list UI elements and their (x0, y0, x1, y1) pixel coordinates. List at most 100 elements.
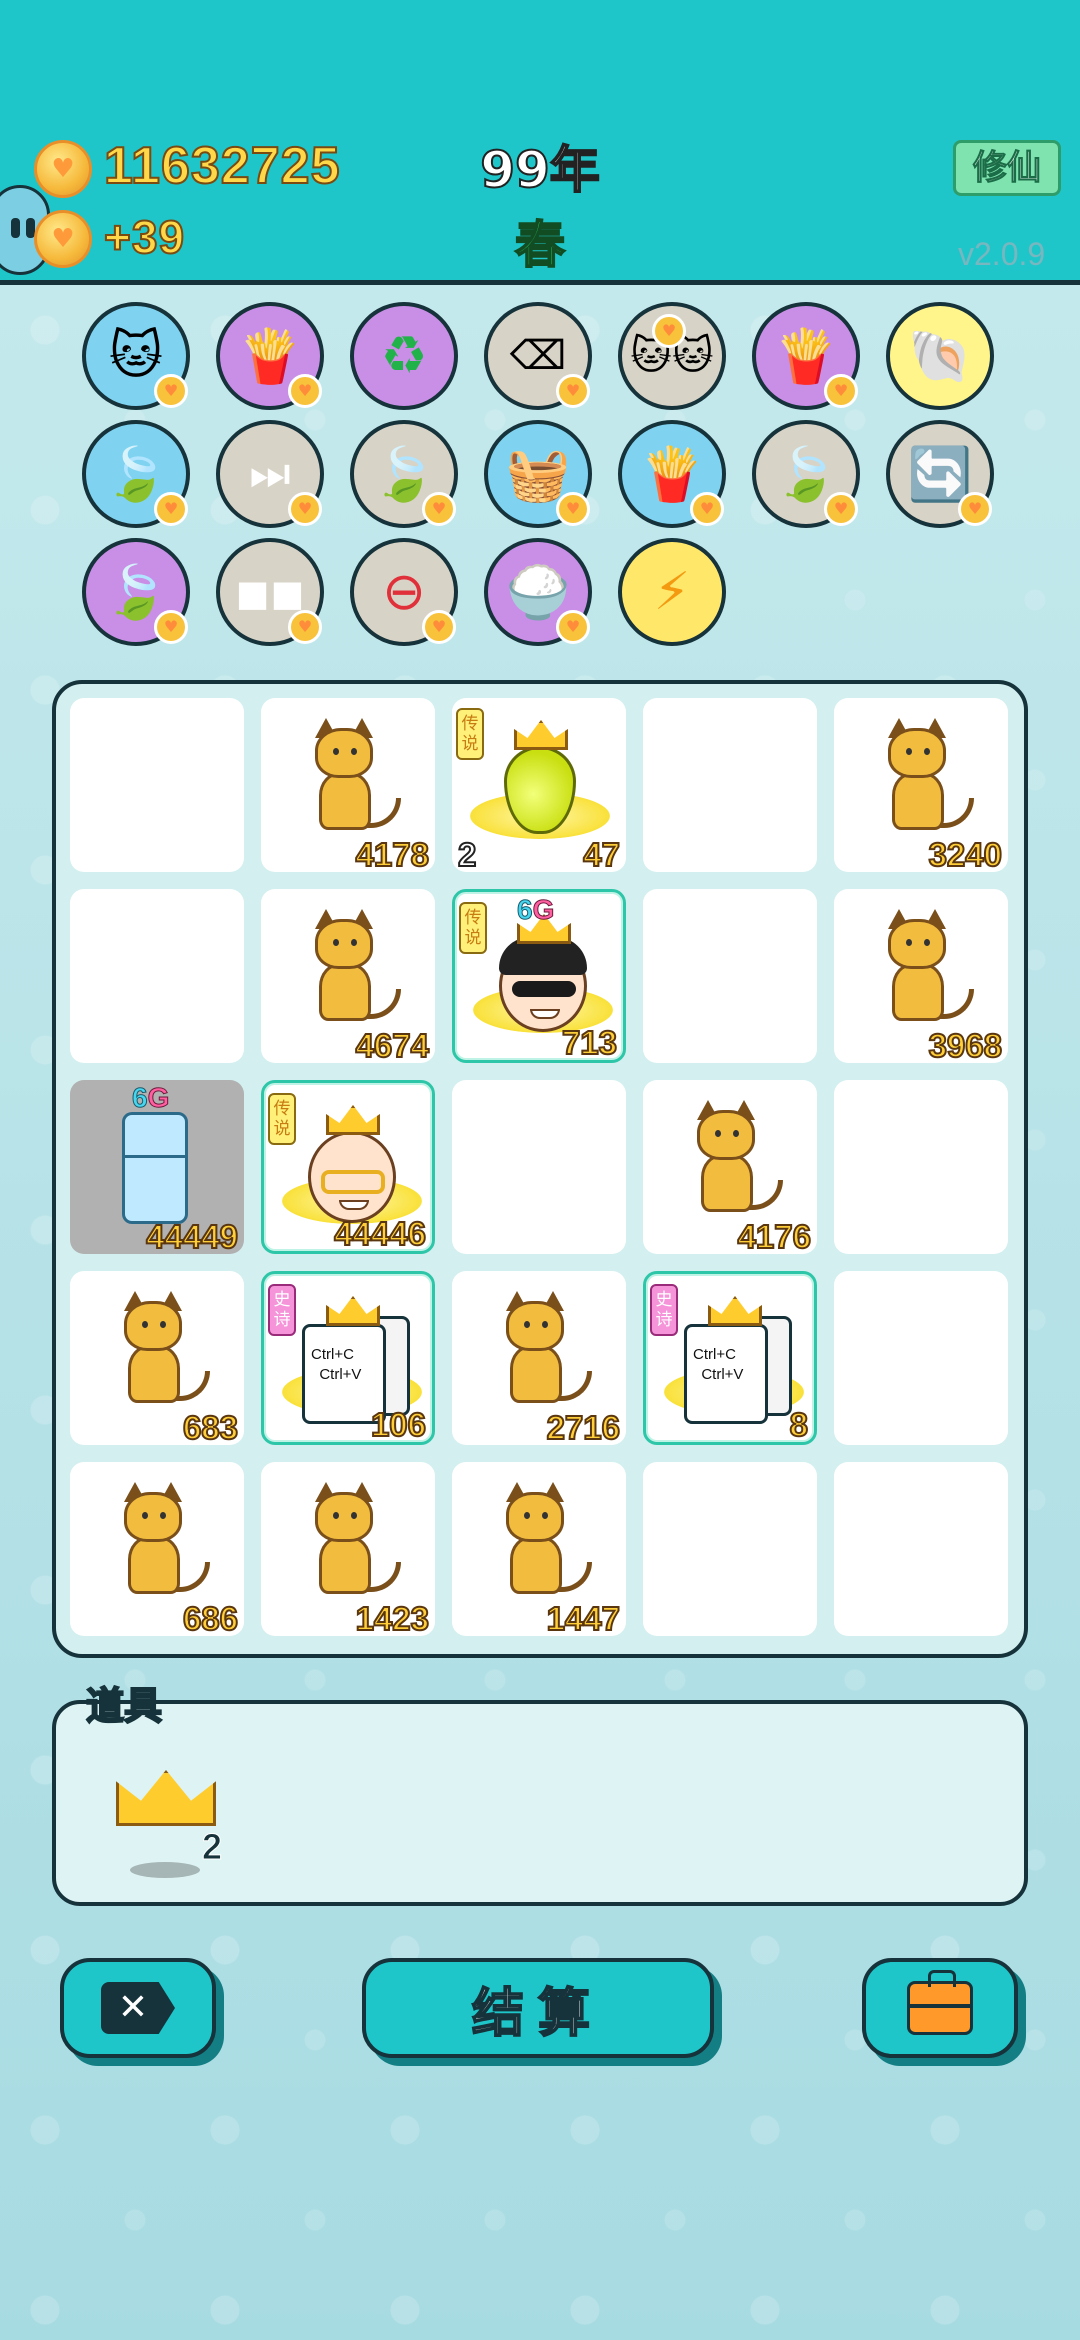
xiuxian-button[interactable]: 修仙 (953, 140, 1061, 196)
cell-value: 2716 (546, 1408, 621, 1447)
board-cell-empty[interactable] (834, 1462, 1008, 1636)
skill-rice-bowl-icon[interactable]: 🍚 ♥ (484, 538, 592, 646)
board-cell-cat[interactable]: 4674 (261, 889, 435, 1065)
cell-level: 2 (457, 835, 477, 874)
board-cell-empty[interactable] (834, 1080, 1008, 1254)
board-cell-cat[interactable]: 3240 (834, 698, 1008, 874)
board-cell-cat[interactable]: 686 (70, 1462, 244, 1638)
skill-shell-icon[interactable]: 🐚 (886, 302, 994, 410)
paper-line-1: Ctrl+C (693, 1346, 736, 1363)
badge-part-b: G (532, 894, 555, 926)
cat-icon (874, 909, 974, 1031)
crown-icon (326, 1105, 380, 1135)
skill-leaf-icon[interactable]: 🍃 ♥ (82, 420, 190, 528)
skill-recycle-icon[interactable]: ♻ (350, 302, 458, 410)
rarity-tag: 传说 (459, 902, 487, 954)
board-cell-empty[interactable] (643, 1462, 817, 1636)
skill-leaf-icon[interactable]: 🍃 ♥ (82, 538, 190, 646)
paper-line-2: Ctrl+V (701, 1366, 744, 1383)
coin-rate-icon: ♥ (34, 210, 92, 268)
skill-refresh-icon[interactable]: 🔄 ♥ (886, 420, 994, 528)
board-cell-pear[interactable]: 传说 2 47 (452, 698, 626, 874)
merge-board: 4178 传说 2 47 3240 4674 传说 6G 713 3968 6G 44449 传说 444… (52, 680, 1028, 1658)
board-cell-empty[interactable] (643, 889, 817, 1063)
cat-icon (492, 1291, 592, 1413)
skill-lightning-icon[interactable]: ⚡ (618, 538, 726, 646)
board-cell-fridge[interactable]: 6G 44449 (70, 1080, 244, 1256)
board-cell-empty[interactable] (452, 1080, 626, 1254)
cell-value: 8 (789, 1405, 809, 1444)
briefcase-icon (907, 1970, 973, 2035)
badge-part-a: 6 (517, 894, 534, 926)
skill-skip-icon[interactable]: ⏭ ♥ (216, 420, 324, 528)
badge-part-b: G (147, 1082, 170, 1114)
cell-value: 4178 (355, 835, 430, 874)
skill-minus-icon[interactable]: ⊖ ♥ (350, 538, 458, 646)
rarity-tag: 史诗 (650, 1284, 678, 1336)
skill-leaf-icon[interactable]: 🍃 ♥ (752, 420, 860, 528)
cell-value: 1447 (546, 1599, 621, 1638)
cell-value: 1423 (355, 1599, 430, 1638)
board-cell-empty[interactable] (70, 698, 244, 872)
rarity-tag: 史诗 (268, 1284, 296, 1336)
skill-leaf-icon[interactable]: 🍃 ♥ (350, 420, 458, 528)
copy-paste-paper-icon: Ctrl+C Ctrl+V (684, 1324, 768, 1424)
board-cell-cat[interactable]: 3968 (834, 889, 1008, 1065)
cat-icon (683, 1100, 783, 1222)
settle-button[interactable]: 结算 (362, 1958, 714, 2058)
delete-icon: ✕ (101, 1982, 175, 2034)
skill-basket-icon[interactable]: 🧺 ♥ (484, 420, 592, 528)
board-cell-cat[interactable]: 4178 (261, 698, 435, 874)
cell-value: 4176 (737, 1217, 812, 1256)
cell-value: 47 (582, 835, 621, 874)
prop-shadow (130, 1862, 200, 1878)
board-cell-cat[interactable]: 4176 (643, 1080, 817, 1256)
skill-fries-icon[interactable]: 🍟 ♥ (216, 302, 324, 410)
board-cell-empty[interactable] (834, 1271, 1008, 1445)
cat-icon (301, 1482, 401, 1604)
board-cell-cat[interactable]: 1447 (452, 1462, 626, 1638)
coin-rate: +39 (103, 210, 186, 264)
cat-icon (874, 718, 974, 840)
board-cell-paper[interactable]: Ctrl+C Ctrl+V 史诗 8 (643, 1271, 817, 1445)
skill-cat-icon[interactable]: 🐱 ♥ (82, 302, 190, 410)
coin-icon: ♥ (34, 140, 92, 198)
props-label: 道具 (85, 1683, 163, 1729)
cell-value: 44449 (145, 1217, 239, 1256)
board-cell-paper[interactable]: Ctrl+C Ctrl+V 史诗 106 (261, 1271, 435, 1445)
paper-line-1: Ctrl+C (311, 1346, 354, 1363)
skill-cubes-icon[interactable]: ◼◼ ♥ (216, 538, 324, 646)
cell-value: 44446 (333, 1214, 427, 1253)
crown-icon (326, 1296, 380, 1326)
cell-value: 106 (370, 1405, 427, 1444)
skill-twin-cats-icon[interactable]: 🐱🐱 ♥ (618, 302, 726, 410)
badge-part-a: 6 (132, 1082, 149, 1114)
year-label: 99年 (479, 140, 601, 200)
board-cell-cat[interactable]: 2716 (452, 1271, 626, 1447)
cat-icon (301, 909, 401, 1031)
top-bar: ♥ 11632725 ♥ +39 99年 春 修仙 v2.0.9 (0, 0, 1080, 285)
board-cell-cat[interactable]: 683 (70, 1271, 244, 1447)
fridge-icon (122, 1112, 188, 1224)
delete-button[interactable]: ✕ (60, 1958, 216, 2058)
season-label: 春 (514, 215, 566, 275)
skill-delete-tag-icon[interactable]: ⌫ ♥ (484, 302, 592, 410)
coin-total: 11632725 (103, 136, 341, 196)
cell-value: 3240 (928, 835, 1003, 874)
cat-icon (301, 718, 401, 840)
paper-line-2: Ctrl+V (319, 1366, 362, 1383)
rarity-tag: 传说 (456, 708, 484, 760)
board-cell-cat[interactable]: 1423 (261, 1462, 435, 1638)
cell-value: 683 (182, 1408, 239, 1447)
board-cell-man[interactable]: 传说 6G 713 (452, 889, 626, 1063)
skill-fries-icon[interactable]: 🍟 ♥ (752, 302, 860, 410)
bag-button[interactable] (862, 1958, 1018, 2058)
6g-badge: 6G (517, 894, 555, 926)
board-cell-oldman[interactable]: 传说 44446 (261, 1080, 435, 1254)
crown-icon (708, 1296, 762, 1326)
version-label: v2.0.9 (958, 236, 1046, 272)
skill-fries-icon[interactable]: 🍟 ♥ (618, 420, 726, 528)
board-cell-empty[interactable] (70, 889, 244, 1063)
cat-icon (492, 1482, 592, 1604)
board-cell-empty[interactable] (643, 698, 817, 872)
